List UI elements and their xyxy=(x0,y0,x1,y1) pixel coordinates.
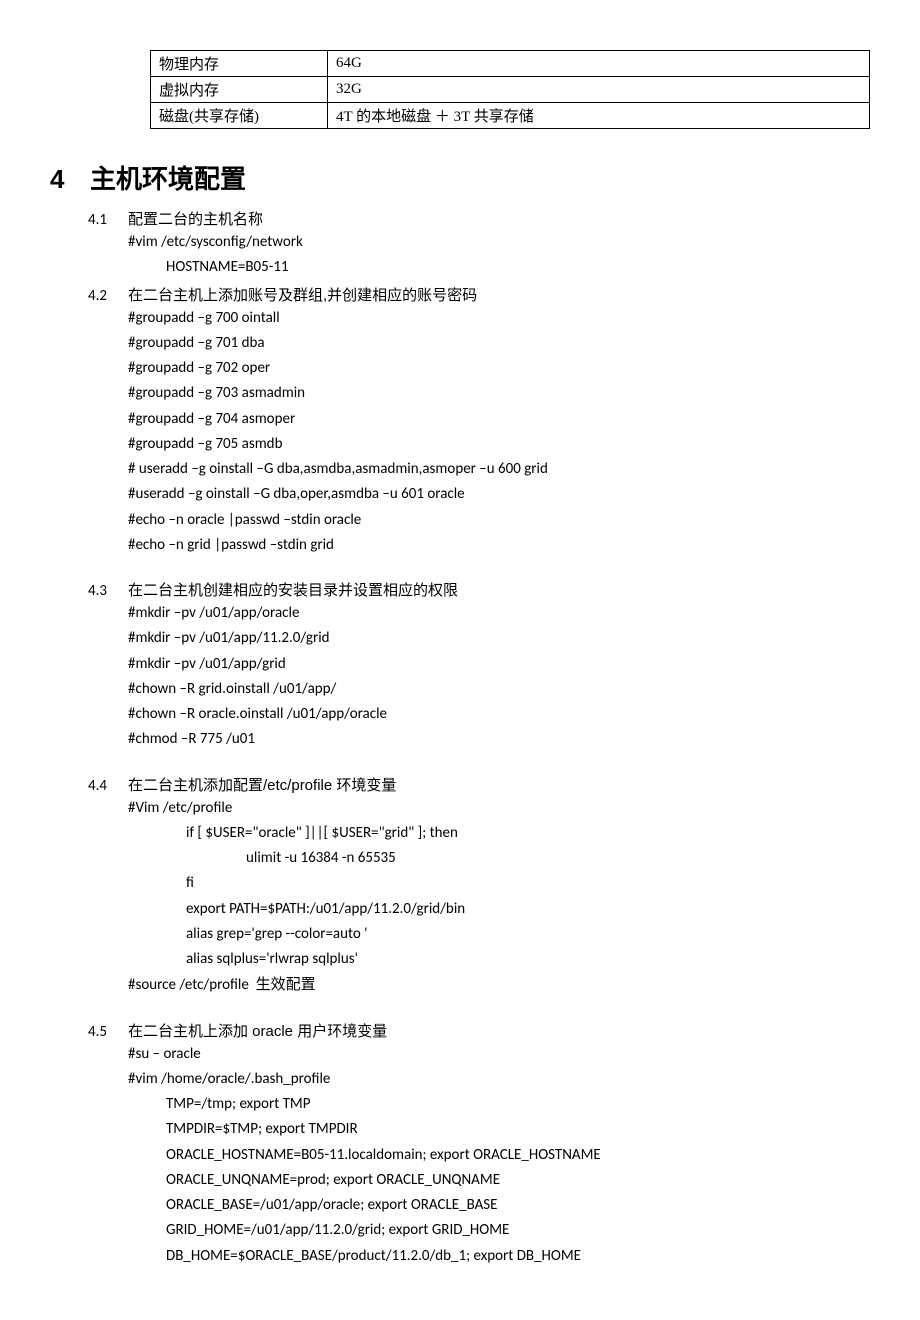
subsection-4-4: 4.4在二台主机添加配置/etc/profile 环境变量 xyxy=(88,774,870,795)
code-line: ORACLE_HOSTNAME=B05-11.localdomain; expo… xyxy=(166,1144,870,1167)
code-line: HOSTNAME=B05-11 xyxy=(166,256,870,279)
code-line: #groupadd –g 705 asmdb xyxy=(128,433,870,456)
code-text: #source /etc/profile xyxy=(128,976,249,994)
code-line: TMP=/tmp; export TMP xyxy=(166,1093,870,1116)
code-comment: 生效配置 xyxy=(256,976,316,993)
code-line: #Vim /etc/profile xyxy=(128,797,870,820)
code-line: # useradd –g oinstall –G dba,asmdba,asma… xyxy=(128,458,870,481)
code-line: #su – oracle xyxy=(128,1043,870,1066)
code-line: #mkdir –pv /u01/app/11.2.0/grid xyxy=(128,627,870,650)
code-line: DB_HOME=$ORACLE_BASE/product/11.2.0/db_1… xyxy=(166,1245,870,1268)
cell-label: 虚拟内存 xyxy=(151,77,328,103)
code-line: #chown –R oracle.oinstall /u01/app/oracl… xyxy=(128,703,870,726)
code-line: ulimit -u 16384 -n 65535 xyxy=(246,847,870,870)
subsection-4-5: 4.5在二台主机上添加 oracle 用户环境变量 xyxy=(88,1020,870,1041)
code-line: TMPDIR=$TMP; export TMPDIR xyxy=(166,1118,870,1141)
section-title: 主机环境配置 xyxy=(90,164,246,194)
code-line: if [ $USER="oracle" ]||[ $USER="grid" ];… xyxy=(186,822,870,845)
cell-label: 磁盘(共享存储) xyxy=(151,103,328,129)
subsection-number: 4.1 xyxy=(88,211,128,229)
code-line: #groupadd –g 703 asmadmin xyxy=(128,382,870,405)
table-row: 虚拟内存 32G xyxy=(151,77,870,103)
subsection-title: 在二台主机创建相应的安装目录并设置相应的权限 xyxy=(128,582,458,599)
subsection-title: 配置二台的主机名称 xyxy=(128,211,263,228)
code-line: #groupadd –g 702 oper xyxy=(128,357,870,380)
subsection-4-1: 4.1配置二台的主机名称 xyxy=(88,208,870,229)
code-line: #vim /etc/sysconfig/network xyxy=(128,231,870,254)
code-line: #mkdir –pv /u01/app/oracle xyxy=(128,602,870,625)
cell-value: 32G xyxy=(328,77,870,103)
subsection-title: 在二台主机添加配置/etc/profile 环境变量 xyxy=(128,777,396,794)
code-line: #chmod –R 775 /u01 xyxy=(128,728,870,751)
subsection-title: 在二台主机上添加 oracle 用户环境变量 xyxy=(128,1023,387,1040)
code-line: #useradd –g oinstall –G dba,oper,asmdba … xyxy=(128,483,870,506)
section-4-heading: 4主机环境配置 xyxy=(50,159,870,196)
code-line: export PATH=$PATH:/u01/app/11.2.0/grid/b… xyxy=(186,898,870,921)
subsection-4-3: 4.3在二台主机创建相应的安装目录并设置相应的权限 xyxy=(88,579,870,600)
cell-label: 物理内存 xyxy=(151,51,328,77)
code-line: #echo –n grid |passwd –stdin grid xyxy=(128,534,870,557)
code-line: #groupadd –g 700 ointall xyxy=(128,307,870,330)
section-number: 4 xyxy=(50,164,90,195)
code-line: GRID_HOME=/u01/app/11.2.0/grid; export G… xyxy=(166,1219,870,1242)
code-line: #chown –R grid.oinstall /u01/app/ xyxy=(128,678,870,701)
table-row: 磁盘(共享存储) 4T 的本地磁盘 ＋ 3T 共享存储 xyxy=(151,103,870,129)
code-line: #groupadd –g 701 dba xyxy=(128,332,870,355)
code-line: fi xyxy=(186,872,870,895)
table-row: 物理内存 64G xyxy=(151,51,870,77)
cell-value: 4T 的本地磁盘 ＋ 3T 共享存储 xyxy=(328,103,870,129)
code-line: ORACLE_BASE=/u01/app/oracle; export ORAC… xyxy=(166,1194,870,1217)
code-line: ORACLE_UNQNAME=prod; export ORACLE_UNQNA… xyxy=(166,1169,870,1192)
subsection-number: 4.5 xyxy=(88,1023,128,1041)
cell-value: 64G xyxy=(328,51,870,77)
subsection-number: 4.4 xyxy=(88,777,128,795)
subsection-number: 4.2 xyxy=(88,287,128,305)
code-line: #echo –n oracle |passwd –stdin oracle xyxy=(128,509,870,532)
subsection-4-2: 4.2在二台主机上添加账号及群组,并创建相应的账号密码 xyxy=(88,284,870,305)
code-line: #mkdir –pv /u01/app/grid xyxy=(128,653,870,676)
code-line: alias sqlplus='rlwrap sqlplus' xyxy=(186,948,870,971)
code-line: #source /etc/profile 生效配置 xyxy=(128,973,870,997)
subsection-title: 在二台主机上添加账号及群组,并创建相应的账号密码 xyxy=(128,287,477,304)
spec-table: 物理内存 64G 虚拟内存 32G 磁盘(共享存储) 4T 的本地磁盘 ＋ 3T… xyxy=(150,50,870,129)
code-line: #vim /home/oracle/.bash_profile xyxy=(128,1068,870,1091)
subsection-number: 4.3 xyxy=(88,582,128,600)
code-line: alias grep='grep --color=auto ' xyxy=(186,923,870,946)
code-line: #groupadd –g 704 asmoper xyxy=(128,408,870,431)
